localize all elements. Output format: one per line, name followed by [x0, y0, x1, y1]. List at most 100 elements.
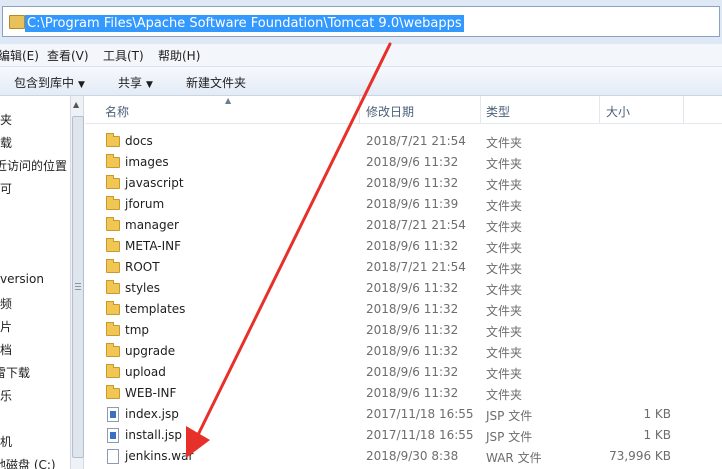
folder-icon [106, 154, 120, 168]
file-type: JSP 文件 [486, 409, 533, 423]
nav-scrollbar[interactable]: ▲ [70, 96, 84, 469]
chevron-down-icon: ▼ [146, 80, 153, 90]
column-divider[interactable] [359, 96, 360, 123]
file-name: templates [125, 302, 186, 316]
menu-view[interactable]: 查看(V) [47, 47, 89, 64]
include-in-library-button[interactable]: 包含到库中 ▼ [14, 74, 85, 91]
file-name: tmp [125, 323, 150, 337]
file-modified-date: 2018/7/21 21:54 [366, 218, 466, 232]
file-modified-date: 2018/9/6 11:32 [366, 386, 459, 400]
file-row[interactable]: javascript 2018/9/6 11:32 文件夹 [85, 173, 722, 194]
jsp-file-icon [107, 407, 119, 422]
folder-icon [106, 301, 120, 315]
column-header-name[interactable]: 名称 [105, 103, 129, 120]
file-row[interactable]: jenkins.war 2018/9/30 8:38 WAR 文件 73,996 KB [85, 446, 722, 467]
nav-item-subversion[interactable]: version [0, 272, 44, 286]
file-type: 文件夹 [486, 199, 523, 213]
file-modified-date: 2018/9/6 11:32 [366, 365, 459, 379]
file-row[interactable]: index.jsp 2017/11/18 16:55 JSP 文件 1 KB [85, 404, 722, 425]
share-label: 共享 [118, 76, 143, 90]
file-modified-date: 2018/7/21 21:54 [366, 134, 466, 148]
file-name: docs [125, 134, 153, 148]
file-row[interactable]: upload 2018/9/6 11:32 文件夹 [85, 362, 722, 383]
file-type: 文件夹 [486, 136, 523, 150]
column-divider[interactable] [683, 96, 684, 123]
file-modified-date: 2018/9/6 11:32 [366, 176, 459, 190]
file-row[interactable]: tmp 2018/9/6 11:32 文件夹 [85, 320, 722, 341]
folder-icon [9, 15, 25, 29]
file-row[interactable]: META-INF 2018/9/6 11:32 文件夹 [85, 236, 722, 257]
nav-item-videos[interactable]: 频 [0, 295, 12, 312]
file-modified-date: 2018/9/6 11:39 [366, 197, 459, 211]
nav-item[interactable]: 载 [0, 134, 12, 151]
include-in-library-label: 包含到库中 [14, 76, 75, 90]
file-type: 文件夹 [486, 241, 523, 255]
file-name: styles [125, 281, 161, 295]
file-modified-date: 2018/9/6 11:32 [366, 344, 459, 358]
file-row[interactable]: templates 2018/9/6 11:32 文件夹 [85, 299, 722, 320]
scroll-up-arrow-icon[interactable]: ▲ [73, 100, 79, 109]
file-modified-date: 2018/9/6 11:32 [366, 155, 459, 169]
file-type: 文件夹 [486, 157, 523, 171]
menu-help[interactable]: 帮助(H) [158, 47, 200, 64]
file-size: 73,996 KB [609, 449, 671, 463]
folder-icon [106, 343, 120, 357]
file-row[interactable]: docs 2018/7/21 21:54 文件夹 [85, 131, 722, 152]
nav-item-recent-places[interactable]: 近访问的位置 [0, 157, 67, 174]
share-button[interactable]: 共享 ▼ [118, 74, 153, 91]
sort-ascending-icon: ▲ [225, 96, 232, 105]
file-name: upload [125, 365, 166, 379]
file-row[interactable]: images 2018/9/6 11:32 文件夹 [85, 152, 722, 173]
file-name: jforum [125, 197, 165, 211]
file-modified-date: 2017/11/18 16:55 [366, 428, 474, 442]
menu-tools[interactable]: 工具(T) [103, 47, 144, 64]
folder-icon [106, 259, 120, 273]
column-divider[interactable] [480, 96, 481, 123]
file-type: 文件夹 [486, 346, 523, 360]
nav-scrollbar-thumb[interactable] [72, 116, 84, 458]
nav-item-music[interactable]: 乐 [0, 387, 12, 404]
nav-item-computer[interactable]: 机 [0, 433, 12, 450]
file-row[interactable]: styles 2018/9/6 11:32 文件夹 [85, 278, 722, 299]
nav-item-documents[interactable]: 档 [0, 341, 12, 358]
grip-line [75, 286, 81, 287]
file-row[interactable]: manager 2018/7/21 21:54 文件夹 [85, 215, 722, 236]
file-row[interactable]: jforum 2018/9/6 11:39 文件夹 [85, 194, 722, 215]
nav-item[interactable]: 可 [0, 180, 12, 197]
menu-edit[interactable]: 编辑(E) [0, 47, 39, 64]
nav-item[interactable]: 夹 [0, 111, 12, 128]
file-list: ▲ 名称 修改日期 类型 大小 docs 2018/7/21 21:54 文件夹 im… [85, 96, 722, 469]
file-name: WEB-INF [125, 386, 177, 400]
nav-item-local-disk-c[interactable]: 地磁盘 (C:) [0, 456, 56, 469]
folder-icon [106, 322, 120, 336]
file-row[interactable]: upgrade 2018/9/6 11:32 文件夹 [85, 341, 722, 362]
new-folder-button[interactable]: 新建文件夹 [186, 74, 246, 91]
jsp-file-icon [107, 428, 119, 443]
file-type: 文件夹 [486, 262, 523, 276]
column-header-type[interactable]: 类型 [486, 103, 510, 120]
file-row[interactable]: ROOT 2018/7/21 21:54 文件夹 [85, 257, 722, 278]
file-size: 1 KB [643, 428, 671, 442]
folder-icon [106, 280, 120, 294]
file-row[interactable]: install.jsp 2017/11/18 16:55 JSP 文件 1 KB [85, 425, 722, 446]
grip-line [75, 283, 81, 284]
file-type: 文件夹 [486, 283, 523, 297]
column-divider[interactable] [599, 96, 600, 123]
folder-icon [106, 238, 120, 252]
address-path[interactable]: C:\Program Files\Apache Software Foundat… [25, 15, 464, 32]
file-name: ROOT [125, 260, 160, 274]
folder-icon [106, 196, 120, 210]
column-header-size[interactable]: 大小 [606, 103, 630, 120]
file-modified-date: 2018/7/21 21:54 [366, 260, 466, 274]
file-row[interactable]: WEB-INF 2018/9/6 11:32 文件夹 [85, 383, 722, 404]
folder-icon [106, 385, 120, 399]
file-type: 文件夹 [486, 388, 523, 402]
file-modified-date: 2018/9/30 8:38 [366, 449, 459, 463]
nav-item-pictures[interactable]: 片 [0, 318, 12, 335]
file-name: META-INF [125, 239, 182, 253]
address-bar-area: C:\Program Files\Apache Software Foundat… [0, 0, 722, 44]
nav-item-thunder-downloads[interactable]: 雷下载 [0, 364, 30, 381]
column-header-date[interactable]: 修改日期 [366, 103, 414, 120]
grip-line [75, 289, 81, 290]
address-bar[interactable]: C:\Program Files\Apache Software Foundat… [2, 6, 720, 37]
